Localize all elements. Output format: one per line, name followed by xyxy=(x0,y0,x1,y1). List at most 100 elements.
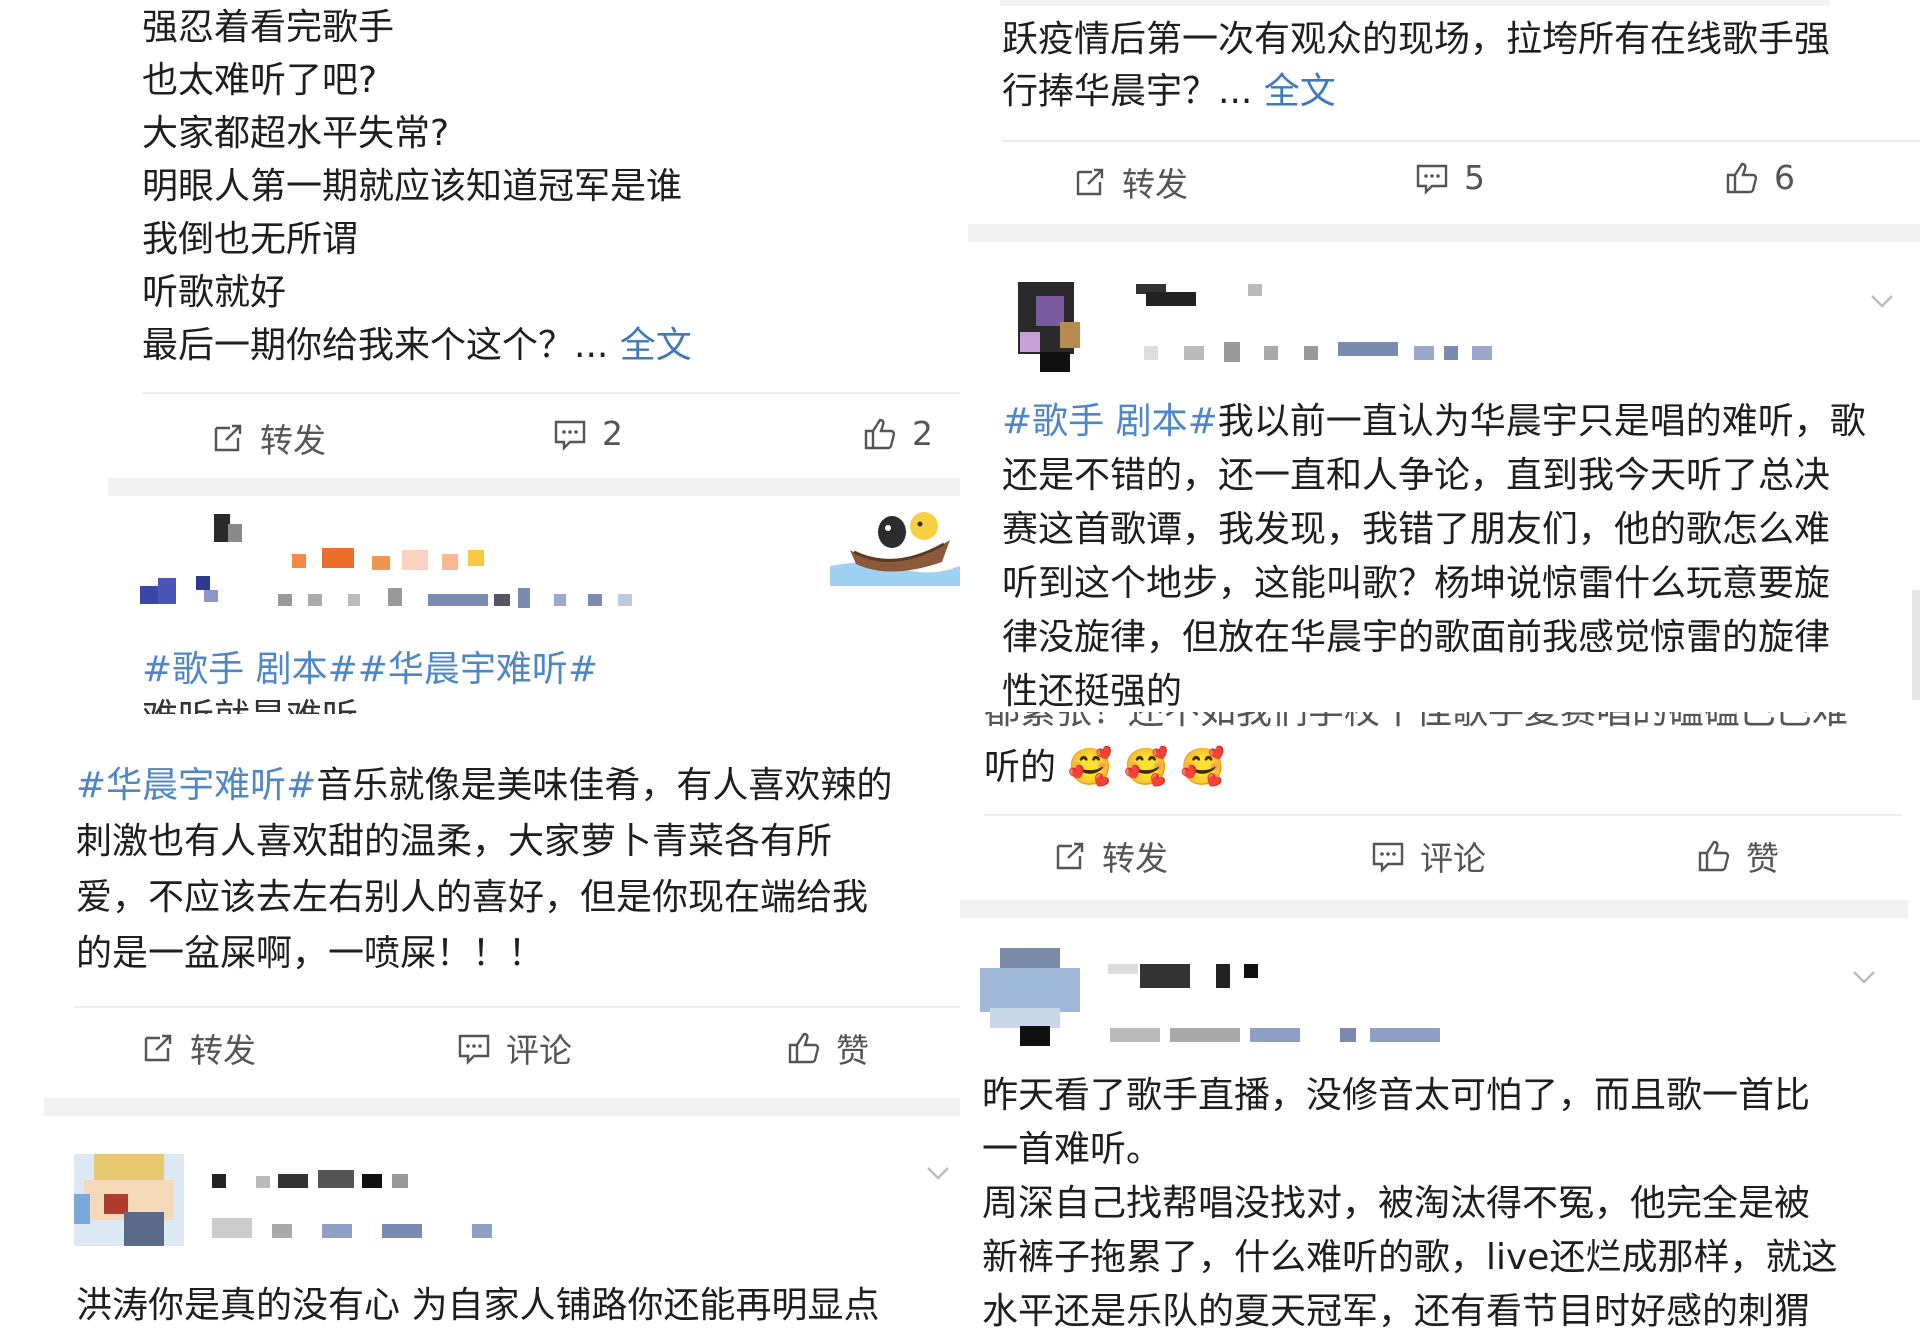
post-text-line: 我倒也无所谓 xyxy=(142,219,359,260)
timestamp-blurred xyxy=(1110,1024,1490,1044)
avatar xyxy=(980,948,1080,1048)
divider xyxy=(1002,140,1920,142)
username-blurred xyxy=(292,548,622,570)
post-text-line: 周深自己找帮唱没找对，被淘汰得不冤，他完全是被 xyxy=(982,1183,1811,1224)
post-text-line: 还是不错的，还一直和人争论，直到我今天听了总决 xyxy=(1002,455,1831,496)
like-label: 赞 xyxy=(836,1031,869,1070)
comment-icon xyxy=(1416,164,1448,195)
post-card-7: 都紧张！还不如我们学校十佳歌手复赛唱的磕磕巴巴难 听的 🥰 🥰 🥰 转发 评论 … xyxy=(960,712,1920,904)
post-text-line: 听歌就好 xyxy=(142,272,287,313)
comment-button[interactable]: 2 xyxy=(552,414,623,453)
username-blurred xyxy=(214,514,244,544)
like-icon xyxy=(1698,840,1730,872)
topic-tag[interactable]: #华晨宇难听# xyxy=(76,765,316,806)
post-text-cut: 都紧张！还不如我们学校十佳歌手复赛唱的磕磕巴巴难 xyxy=(984,712,1848,734)
timestamp-blurred xyxy=(1144,342,1564,364)
post-text-line: 洪涛你是真的没有心 为自家人铺路你还能再明显点 xyxy=(76,1285,880,1326)
post-text: 我以前一直认为华晨宇只是唱的难听，歌 xyxy=(1217,401,1866,442)
like-icon xyxy=(1726,162,1758,193)
post-text-line: #华晨宇难听#音乐就像是美味佳肴，有人喜欢辣的 xyxy=(76,764,892,808)
post-text-line: 性还挺强的 xyxy=(1002,671,1183,712)
card-separator xyxy=(44,1098,960,1116)
blush-emoji: 🥰 xyxy=(1067,747,1113,788)
repost-button[interactable]: 转发 xyxy=(1052,832,1168,880)
post-text-line: 也太难听了吧? xyxy=(142,60,378,101)
post-text-cut: 难听就是难听 xyxy=(142,696,358,716)
comment-icon xyxy=(554,420,586,451)
comment-button[interactable]: 评论 xyxy=(456,1024,572,1072)
username-blurred xyxy=(1108,960,1308,990)
post-text-truncated: 最后一期你给我来个这个？... xyxy=(142,325,609,366)
repost-button[interactable]: 转发 xyxy=(1072,158,1188,206)
chevron-down-icon[interactable] xyxy=(1868,286,1896,314)
card-separator xyxy=(108,478,960,496)
post-text-line: 刺激也有人喜欢甜的温柔，大家萝卜青菜各有所 xyxy=(76,821,833,862)
username-blurred xyxy=(1136,284,1276,310)
repost-button[interactable]: 转发 xyxy=(140,1024,256,1072)
like-count: 2 xyxy=(912,414,933,453)
post-text-line: 听的 🥰 🥰 🥰 xyxy=(984,746,1225,790)
comment-icon xyxy=(458,1034,490,1065)
topic-tags[interactable]: #歌手 剧本##华晨宇难听# xyxy=(142,648,598,692)
username-blurred xyxy=(212,1170,482,1192)
blush-emoji: 🥰 xyxy=(1180,747,1225,788)
divider xyxy=(142,392,960,394)
post-text-line: 律没旋律，但放在华晨宇的歌面前我感觉惊雷的旋律 xyxy=(1002,617,1831,658)
card-separator xyxy=(960,900,1908,918)
post-text-line: #歌手 剧本#我以前一直认为华晨宇只是唱的难听，歌 xyxy=(1002,400,1866,444)
full-text-link[interactable]: 全文 xyxy=(1264,71,1336,112)
timestamp-blurred xyxy=(212,1218,612,1240)
post-text-line: 跃疫情后第一次有观众的现场，拉垮所有在线歌手强 xyxy=(1002,19,1831,60)
post-card-4: 洪涛你是真的没有心 为自家人铺路你还能再明显点 xyxy=(44,1116,960,1342)
post-text-line: 赛这首歌谭，我发现，我错了朋友们，他的歌怎么难 xyxy=(1002,509,1831,550)
post-card-1: 强忍着看完歌手 也太难听了吧? 大家都超水平失常? 明眼人第一期就应该知道冠军是… xyxy=(0,0,960,490)
like-icon xyxy=(864,418,896,449)
like-button[interactable]: 赞 xyxy=(786,1024,869,1072)
post-text-line: 最后一期你给我来个这个？... 全文 xyxy=(142,324,692,368)
avatar xyxy=(74,1154,184,1246)
cut-line xyxy=(1000,0,1830,6)
chevron-down-icon[interactable] xyxy=(924,1158,952,1186)
like-button[interactable]: 赞 xyxy=(1696,832,1779,880)
post-card-2: #歌手 剧本##华晨宇难听# 难听就是难听 xyxy=(108,496,960,716)
blush-emoji: 🥰 xyxy=(1123,747,1169,788)
post-text-line: 爱，不应该去左右别人的喜好，但是你现在端给我 xyxy=(76,877,869,918)
avatar xyxy=(1000,266,1092,372)
repost-icon xyxy=(214,424,242,452)
comment-label: 评论 xyxy=(506,1031,572,1070)
boat-sticker xyxy=(830,512,960,586)
post-text-line: 强忍着看完歌手 xyxy=(142,7,395,48)
post-text-truncated: 行捧华晨宇？... xyxy=(1002,71,1253,112)
full-text-link[interactable]: 全文 xyxy=(620,325,692,366)
repost-label: 转发 xyxy=(1102,839,1168,878)
repost-button[interactable]: 转发 xyxy=(210,414,326,462)
repost-label: 转发 xyxy=(190,1031,256,1070)
topic-tag[interactable]: #歌手 剧本# xyxy=(1002,401,1218,442)
comment-label: 评论 xyxy=(1420,839,1486,878)
post-text-line: 水平还是乐队的夏天冠军，还有看节目时好感的刺猬 xyxy=(982,1291,1811,1332)
card-separator xyxy=(968,224,1920,242)
repost-icon xyxy=(1076,168,1104,196)
post-card-5: 跃疫情后第一次有观众的现场，拉垮所有在线歌手强 行捧华晨宇？... 全文 转发 … xyxy=(968,0,1920,224)
post-text-line: 行捧华晨宇？... 全文 xyxy=(1002,70,1336,114)
post-text: 音乐就像是美味佳肴，有人喜欢辣的 xyxy=(316,765,893,806)
comment-button[interactable]: 评论 xyxy=(1370,832,1486,880)
post-text-line: 的是一盆屎啊，一喷屎！！！ xyxy=(76,933,545,974)
like-icon xyxy=(788,1032,820,1064)
repost-label: 转发 xyxy=(260,421,326,460)
post-text-line: 明眼人第一期就应该知道冠军是谁 xyxy=(142,166,683,207)
comment-count: 5 xyxy=(1464,158,1485,197)
scrollbar[interactable] xyxy=(1912,590,1920,700)
post-text-line: 听到这个地步，这能叫歌？杨坤说惊雷什么玩意要旋 xyxy=(1002,563,1831,604)
post-text-line: 一首难听。 xyxy=(982,1129,1163,1170)
chevron-down-icon[interactable] xyxy=(1850,962,1878,990)
comment-button[interactable]: 5 xyxy=(1414,158,1485,197)
like-count: 6 xyxy=(1774,158,1795,197)
like-button[interactable]: 6 xyxy=(1724,158,1795,197)
repost-icon xyxy=(1056,842,1084,870)
post-text-line: 新裤子拖累了，什么难听的歌，live还烂成那样，就这 xyxy=(982,1237,1838,1278)
like-button[interactable]: 2 xyxy=(862,414,933,453)
torn-gap xyxy=(0,714,960,754)
post-card-8: 昨天看了歌手直播，没修音太可怕了，而且歌一首比 一首难听。 周深自己找帮唱没找对… xyxy=(960,918,1920,1342)
repost-label: 转发 xyxy=(1122,165,1188,204)
